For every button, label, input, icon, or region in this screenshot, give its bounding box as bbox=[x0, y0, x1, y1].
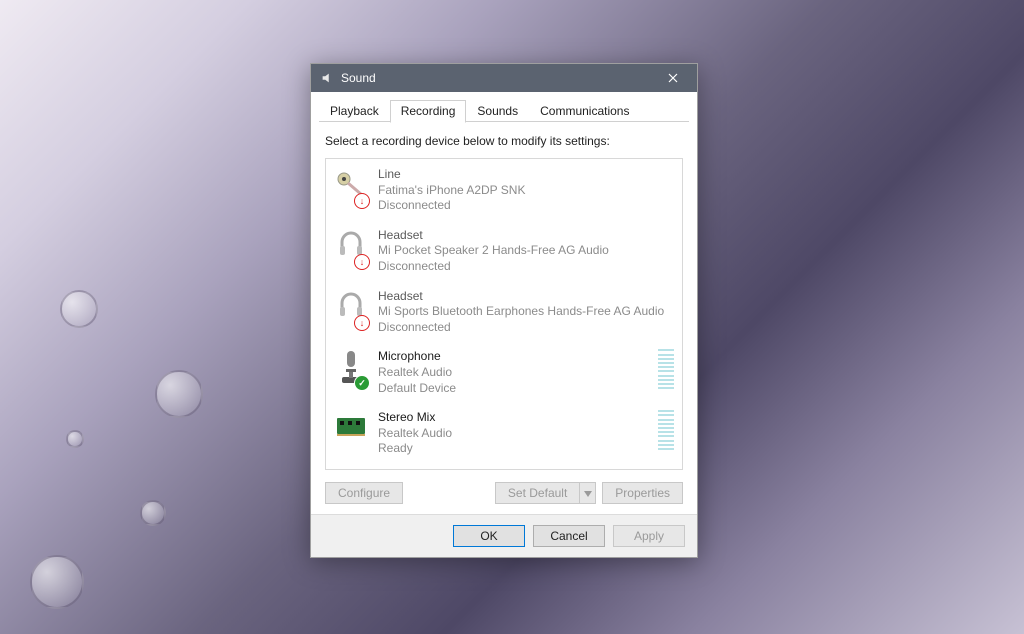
headset-icon: ↓ bbox=[334, 287, 368, 331]
configure-button[interactable]: Configure bbox=[325, 482, 403, 504]
device-name: Microphone bbox=[378, 349, 642, 365]
device-name: Headset bbox=[378, 228, 674, 244]
device-item[interactable]: ↓ Headset Mi Pocket Speaker 2 Hands-Free… bbox=[326, 220, 682, 281]
instruction-text: Select a recording device below to modif… bbox=[325, 134, 683, 148]
headset-icon: ↓ bbox=[334, 226, 368, 270]
ok-button[interactable]: OK bbox=[453, 525, 525, 547]
apply-button[interactable]: Apply bbox=[613, 525, 685, 547]
device-status: Ready bbox=[378, 441, 642, 457]
tab-body-recording: Select a recording device below to modif… bbox=[311, 122, 697, 514]
device-status: Default Device bbox=[378, 381, 642, 397]
status-badge-icon: ↓ bbox=[354, 254, 370, 270]
status-badge-icon: ↓ bbox=[354, 193, 370, 209]
level-meter bbox=[658, 410, 674, 450]
dialog-footer: OK Cancel Apply bbox=[311, 514, 697, 557]
device-description: Realtek Audio bbox=[378, 426, 642, 442]
device-status: Disconnected bbox=[378, 259, 674, 275]
device-name: Line bbox=[378, 167, 674, 183]
window-title: Sound bbox=[341, 71, 655, 85]
soundcard-icon bbox=[334, 408, 368, 452]
properties-button[interactable]: Properties bbox=[602, 482, 683, 504]
set-default-dropdown[interactable] bbox=[580, 482, 596, 504]
device-item[interactable]: Stereo Mix Realtek Audio Ready bbox=[326, 402, 682, 463]
status-badge-icon: ✓ bbox=[354, 375, 370, 391]
tab-communications[interactable]: Communications bbox=[529, 100, 640, 122]
tab-playback[interactable]: Playback bbox=[319, 100, 390, 122]
device-status: Disconnected bbox=[378, 320, 674, 336]
chevron-down-icon bbox=[584, 486, 592, 500]
device-description: Mi Sports Bluetooth Earphones Hands-Free… bbox=[378, 304, 674, 320]
device-status: Disconnected bbox=[378, 198, 674, 214]
device-item[interactable]: ↓ Line Fatima's iPhone A2DP SNK Disconne… bbox=[326, 159, 682, 220]
device-description: Fatima's iPhone A2DP SNK bbox=[378, 183, 674, 199]
tab-sounds[interactable]: Sounds bbox=[466, 100, 529, 122]
set-default-button[interactable]: Set Default bbox=[495, 482, 580, 504]
level-meter bbox=[658, 349, 674, 389]
device-description: Mi Pocket Speaker 2 Hands-Free AG Audio bbox=[378, 243, 674, 259]
tab-recording[interactable]: Recording bbox=[390, 100, 467, 123]
device-description: Realtek Audio bbox=[378, 365, 642, 381]
microphone-icon: ✓ bbox=[334, 347, 368, 391]
cancel-button[interactable]: Cancel bbox=[533, 525, 605, 547]
device-name: Headset bbox=[378, 289, 674, 305]
device-list[interactable]: ↓ Line Fatima's iPhone A2DP SNK Disconne… bbox=[325, 158, 683, 470]
device-item[interactable]: ↓ Headset Mi Sports Bluetooth Earphones … bbox=[326, 281, 682, 342]
close-icon[interactable] bbox=[655, 64, 691, 92]
sound-icon bbox=[319, 70, 335, 86]
status-badge-icon: ↓ bbox=[354, 315, 370, 331]
sound-dialog: Sound Playback Recording Sounds Communic… bbox=[310, 63, 698, 558]
device-name: Stereo Mix bbox=[378, 410, 642, 426]
titlebar[interactable]: Sound bbox=[311, 64, 697, 92]
device-item[interactable]: ✓ Microphone Realtek Audio Default Devic… bbox=[326, 341, 682, 402]
line-in-icon: ↓ bbox=[334, 165, 368, 209]
tabstrip: Playback Recording Sounds Communications bbox=[311, 92, 697, 122]
